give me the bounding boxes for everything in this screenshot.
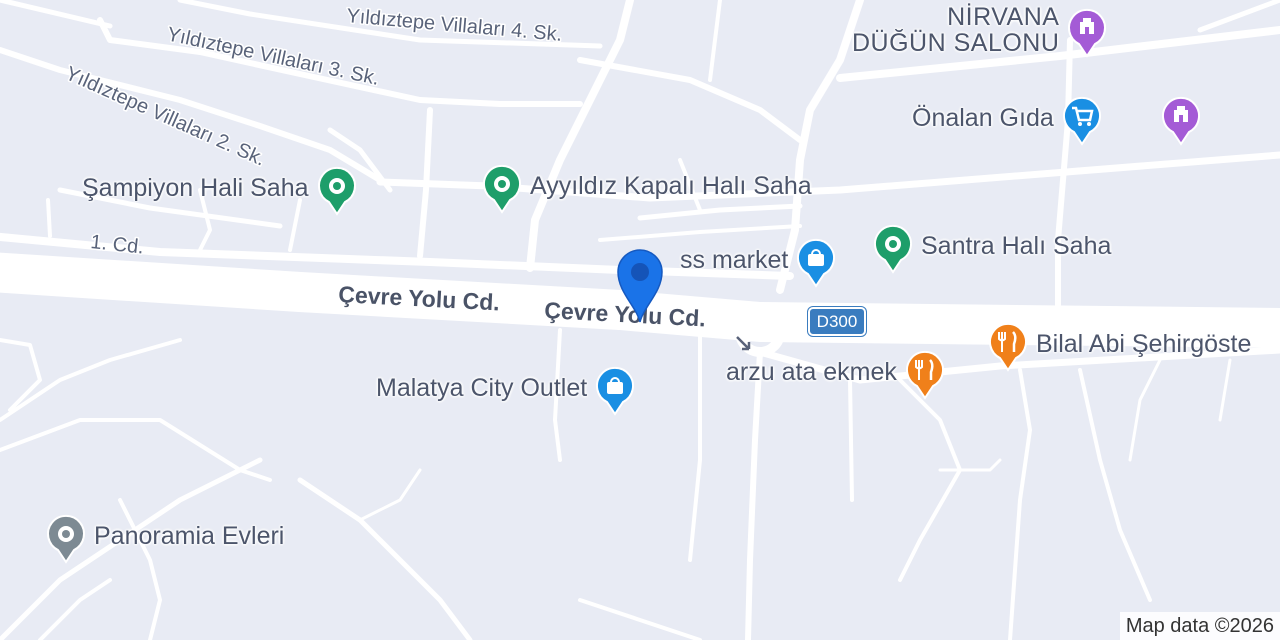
- poi-market[interactable]: ss market: [674, 238, 838, 288]
- poi-venue-unlabeled[interactable]: [1159, 96, 1203, 146]
- poi-label-nirvana-line2: DÜĞÜN SALONU: [852, 29, 1060, 57]
- map-canvas[interactable]: Yıldıztepe Villaları 4. Sk. Yıldıztepe V…: [0, 0, 1280, 640]
- poi-label-panoramia: Panoramia Evleri: [94, 522, 285, 550]
- poi-label-nirvana-line1: NİRVANA: [947, 3, 1060, 31]
- poi-label-onalan-gida: Önalan Gıda: [912, 104, 1054, 132]
- fork-knife-icon: [986, 322, 1030, 372]
- direction-arrow-icon: [736, 336, 751, 351]
- poi-nirvana-dugun-salonu[interactable]: NİRVANA DÜĞÜN SALONU: [846, 3, 1109, 58]
- poi-onalan-gida[interactable]: Önalan Gıda: [906, 96, 1104, 146]
- poi-malatya-city-outlet[interactable]: Malatya City Outlet: [370, 366, 637, 416]
- poi-label-sampiyon: Şampiyon Hali Saha: [82, 174, 309, 202]
- location-marker-icon[interactable]: [612, 244, 668, 324]
- poi-arzu-ata-ekmek[interactable]: arzu ata ekmek: [720, 350, 947, 400]
- poi-sampiyon-hali-saha[interactable]: Şampiyon Hali Saha: [76, 166, 359, 216]
- poi-panoramia-evleri[interactable]: Panoramia Evleri: [44, 514, 290, 564]
- shopping-cart-icon: [1060, 96, 1104, 146]
- circle-dot-icon: [480, 164, 524, 214]
- place-icon: [44, 514, 88, 564]
- fork-knife-icon: [903, 350, 947, 400]
- poi-label-market: ss market: [680, 246, 789, 274]
- building-icon: [1159, 96, 1203, 146]
- poi-santra-hali-saha[interactable]: Santra Halı Saha: [871, 224, 1117, 274]
- shopping-bag-icon: [794, 238, 838, 288]
- poi-label-santra: Santra Halı Saha: [921, 232, 1112, 260]
- building-icon: [1065, 8, 1109, 58]
- street-label-1-cd: 1. Cd.: [89, 231, 144, 258]
- circle-dot-icon: [871, 224, 915, 274]
- shopping-bag-icon: [593, 366, 637, 416]
- street-label-yildiztepe-3: Yıldıztepe Villaları 3. Sk.: [165, 23, 381, 90]
- poi-label-ayyildiz: Ayyıldız Kapalı Halı Saha: [530, 172, 812, 200]
- route-shield-d300: D300: [808, 307, 866, 336]
- poi-bilal-abi[interactable]: Bilal Abi Şehirgöste: [986, 322, 1257, 372]
- poi-label-arzu: arzu ata ekmek: [726, 358, 897, 386]
- circle-dot-icon: [315, 166, 359, 216]
- map-attribution: Map data ©2026: [1119, 612, 1280, 640]
- poi-ayyildiz-kapali-hali-saha[interactable]: Ayyıldız Kapalı Halı Saha: [480, 164, 818, 214]
- poi-label-bilal: Bilal Abi Şehirgöste: [1036, 330, 1252, 358]
- poi-label-malatya: Malatya City Outlet: [376, 374, 588, 402]
